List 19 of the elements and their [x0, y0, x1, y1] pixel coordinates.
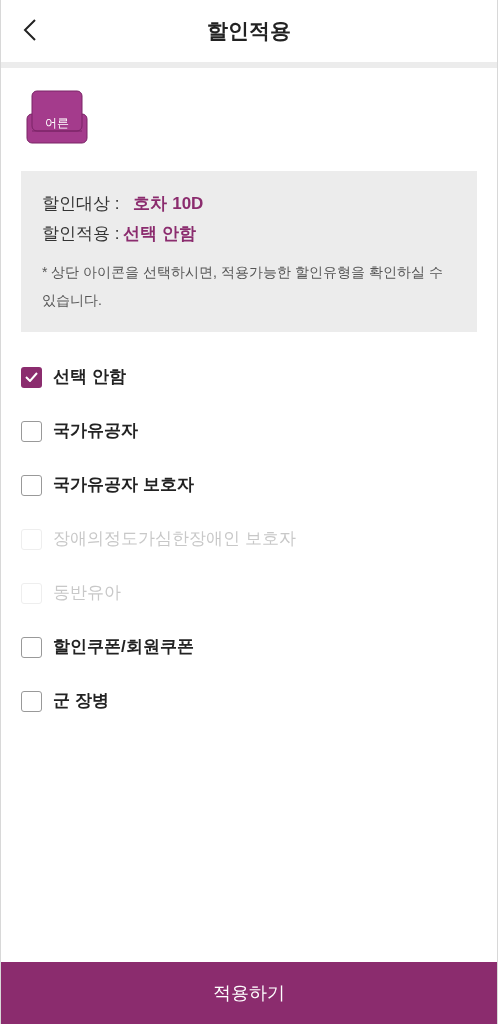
checkbox[interactable] [21, 366, 42, 388]
checkbox[interactable] [21, 636, 42, 658]
option-label: 국가유공자 보호자 [53, 474, 194, 497]
page-title: 할인적용 [207, 18, 291, 45]
checkbox[interactable] [21, 420, 42, 442]
note-text: * 상단 아이콘을 선택하시면, 적용가능한 할인유형을 확인하실 수 있습니다. [42, 263, 444, 310]
option-label: 할인쿠폰/회원쿠폰 [53, 636, 194, 659]
applied-value: 선택 안함 [123, 222, 197, 245]
chevron-left-icon [23, 18, 37, 42]
target-value: 호차 10D [133, 193, 204, 215]
apply-button[interactable]: 적용하기 [1, 962, 497, 1024]
checkbox[interactable] [21, 474, 42, 496]
option-label: 선택 안함 [53, 366, 126, 389]
option-label: 국가유공자 [53, 420, 138, 443]
checkbox[interactable] [21, 690, 42, 712]
checkmark-icon [25, 372, 38, 382]
target-label: 할인대상 : [42, 193, 120, 215]
applied-label: 할인적용 : [42, 222, 120, 245]
option-label: 군 장병 [53, 690, 109, 713]
